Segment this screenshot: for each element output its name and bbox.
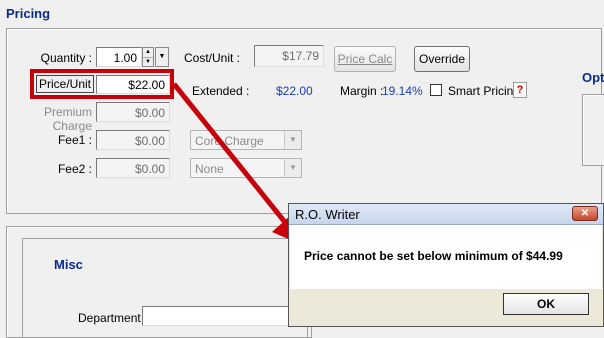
close-icon[interactable]: ✕ bbox=[572, 206, 598, 221]
dialog-title: R.O. Writer bbox=[295, 207, 360, 222]
annotation-arrow-line bbox=[172, 82, 290, 228]
dialog-message: Price cannot be set below minimum of $44… bbox=[304, 249, 563, 263]
dialog-message-area: Price cannot be set below minimum of $44… bbox=[290, 225, 602, 289]
dialog-titlebar[interactable]: R.O. Writer ✕ bbox=[289, 204, 603, 225]
message-dialog: R.O. Writer ✕ Price cannot be set below … bbox=[288, 203, 604, 327]
ok-button[interactable]: OK bbox=[503, 293, 589, 315]
